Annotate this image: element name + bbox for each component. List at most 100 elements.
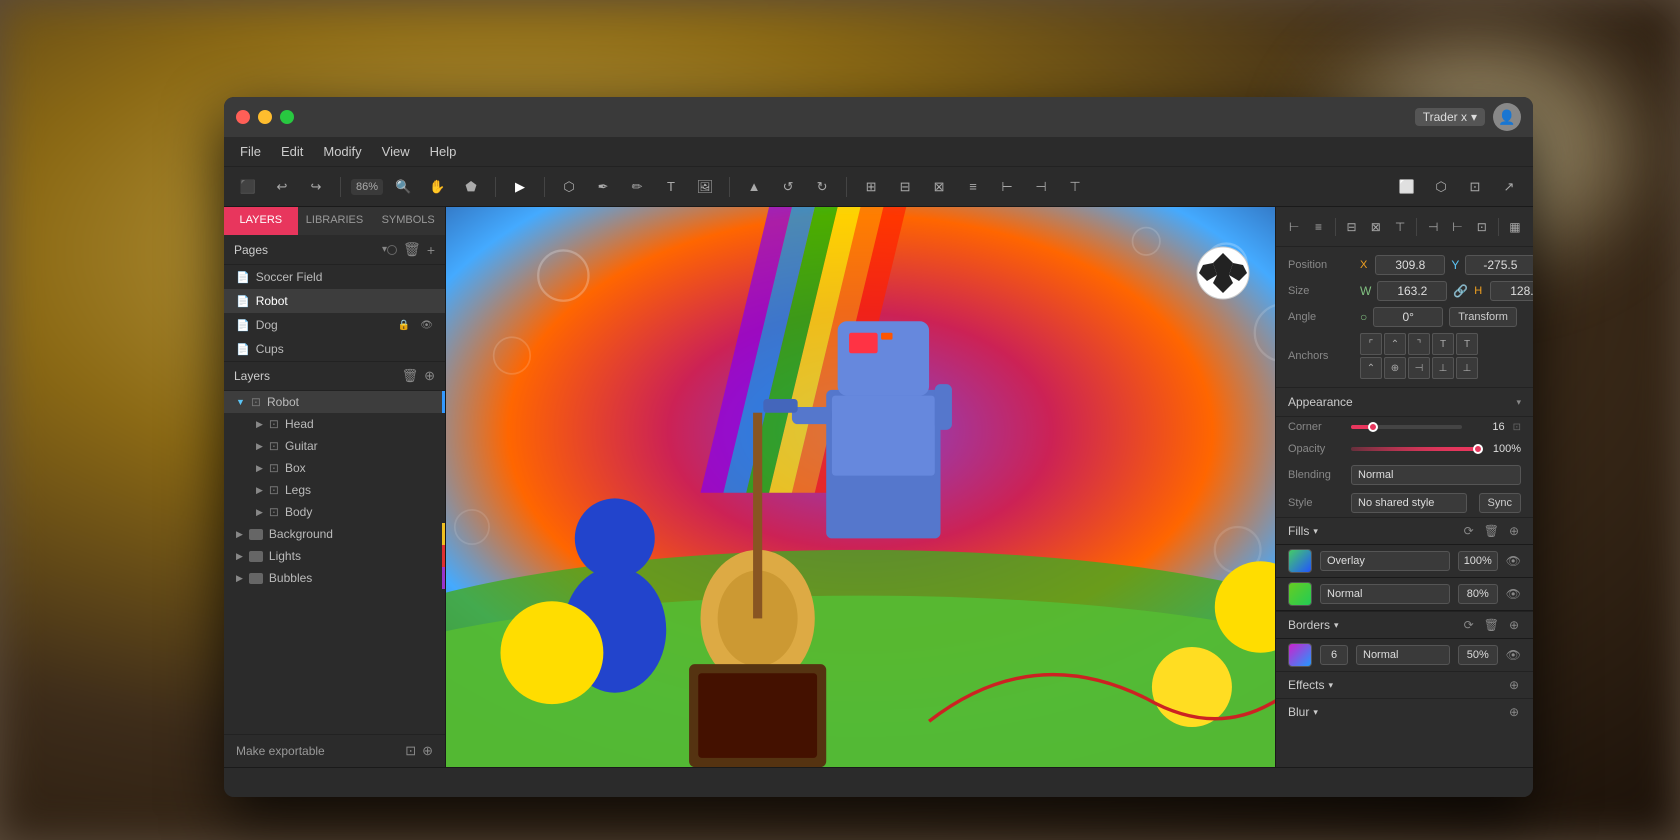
user-avatar[interactable]: 👤 (1493, 103, 1521, 131)
fill-opacity-2[interactable] (1458, 584, 1498, 604)
menu-help[interactable]: Help (430, 144, 457, 159)
page-cups[interactable]: 📄 Cups (224, 337, 445, 361)
borders-sync[interactable]: ⟳ (1462, 618, 1476, 632)
rt-distribute-v[interactable]: ⊠ (1366, 214, 1386, 240)
opacity-track[interactable] (1351, 447, 1478, 451)
layer-head[interactable]: ▶ ⊡ Head (224, 413, 445, 435)
type-btn[interactable]: T (657, 173, 685, 201)
tab-libraries[interactable]: LIBRARIES (298, 207, 372, 235)
rt-align-center[interactable]: ≡ (1308, 214, 1328, 240)
save-btn[interactable]: ⬛ (234, 173, 262, 201)
rt-distribute-h[interactable]: ⊟ (1341, 214, 1361, 240)
anchor-ml[interactable]: ⌃ (1360, 357, 1382, 379)
zoom-btn[interactable]: 🔍 (389, 173, 417, 201)
menu-file[interactable]: File (240, 144, 261, 159)
border-blend[interactable]: Normal Overlay (1356, 645, 1450, 665)
pages-add[interactable]: + (427, 242, 435, 258)
effects-add[interactable]: ⊕ (1507, 678, 1521, 692)
tab-symbols[interactable]: SYMBOLS (371, 207, 445, 235)
border-opacity[interactable] (1458, 645, 1498, 665)
fill-swatch-1[interactable] (1288, 549, 1312, 573)
anchor-tr[interactable]: ⌝ (1408, 333, 1430, 355)
menu-view[interactable]: View (382, 144, 410, 159)
export-btn[interactable]: ⬡ (1427, 173, 1455, 201)
anchor-lm[interactable]: ⊥ (1432, 357, 1454, 379)
select-btn[interactable]: ▶ (506, 173, 534, 201)
layers-add[interactable]: ⊕ (424, 368, 435, 384)
x-input[interactable] (1375, 255, 1445, 275)
anchor-mc[interactable]: ⊕ (1384, 357, 1406, 379)
rt-group-left[interactable]: ⊣ (1423, 214, 1443, 240)
image-btn[interactable]: 🖼 (691, 173, 719, 201)
page-robot[interactable]: 📄 Robot (224, 289, 445, 313)
anchor-mr[interactable]: ⊣ (1408, 357, 1430, 379)
layer-lights[interactable]: ▶ Lights (224, 545, 445, 567)
artboard-btn[interactable]: ⬜ (1393, 173, 1421, 201)
rt-chart[interactable]: ▦ (1505, 214, 1525, 240)
h-input[interactable] (1490, 281, 1533, 301)
layer-robot[interactable]: ▼ ⊡ Robot (224, 391, 445, 413)
corner-track[interactable] (1351, 425, 1462, 429)
layer-body[interactable]: ▶ ⊡ Body (224, 501, 445, 523)
fill-eye-2[interactable]: 👁 (1506, 587, 1521, 601)
layer-legs[interactable]: ▶ ⊡ Legs (224, 479, 445, 501)
rect-btn[interactable]: ⬡ (555, 173, 583, 201)
fills-sync[interactable]: ⟳ (1462, 524, 1476, 538)
corner-thumb[interactable] (1368, 422, 1378, 432)
style-select[interactable]: No shared style (1351, 493, 1467, 513)
export-add-btn[interactable]: ⊕ (422, 743, 433, 759)
symbol-btn[interactable]: ▲ (740, 173, 768, 201)
anchor-tc[interactable]: ⌃ (1384, 333, 1406, 355)
rt-align-top[interactable]: ⊤ (1390, 214, 1410, 240)
pages-delete[interactable]: 🗑 (403, 241, 421, 258)
rt-align-left[interactable]: ⊢ (1284, 214, 1304, 240)
align4-btn[interactable]: ⊢ (993, 173, 1021, 201)
tab-layers[interactable]: LAYERS (224, 207, 298, 235)
layer-background[interactable]: ▶ Background (224, 523, 445, 545)
fill-eye-1[interactable]: 👁 (1506, 554, 1521, 568)
export-slice-btn[interactable]: ⊡ (405, 743, 416, 759)
hand-btn[interactable]: ✋ (423, 173, 451, 201)
align3-btn[interactable]: ≡ (959, 173, 987, 201)
fill-swatch-2[interactable] (1288, 582, 1312, 606)
opacity-thumb[interactable] (1473, 444, 1483, 454)
mirror-btn[interactable]: ⊡ (1461, 173, 1489, 201)
menu-modify[interactable]: Modify (323, 144, 361, 159)
fill-blend-1[interactable]: Overlay Normal Multiply (1320, 551, 1450, 571)
corner-edit-icon[interactable]: ⊡ (1513, 422, 1521, 433)
anchor-tb[interactable]: T (1456, 333, 1478, 355)
rt-group-right[interactable]: ⊢ (1447, 214, 1467, 240)
anchor-tl[interactable]: ⌜ (1360, 333, 1382, 355)
sync-btn[interactable]: Sync (1479, 493, 1521, 513)
undo-btn[interactable]: ↩ (268, 173, 296, 201)
close-button[interactable] (236, 110, 250, 124)
redo-btn[interactable]: ↪ (302, 173, 330, 201)
shape-btn[interactable]: ⬟ (457, 173, 485, 201)
layer-guitar[interactable]: ▶ ⊡ Guitar (224, 435, 445, 457)
border-eye[interactable]: 👁 (1506, 648, 1521, 662)
inspect-btn[interactable]: ↗ (1495, 173, 1523, 201)
borders-delete[interactable]: 🗑 (1482, 618, 1501, 632)
grid-btn[interactable]: ⊞ (857, 173, 885, 201)
align2-btn[interactable]: ⊠ (925, 173, 953, 201)
border-width[interactable] (1320, 645, 1348, 665)
fill-opacity-1[interactable] (1458, 551, 1498, 571)
rotate-left-btn[interactable]: ↺ (774, 173, 802, 201)
fills-delete[interactable]: 🗑 (1482, 524, 1501, 538)
w-input[interactable] (1377, 281, 1447, 301)
layer-bubbles[interactable]: ▶ Bubbles (224, 567, 445, 589)
y-input[interactable] (1465, 255, 1533, 275)
anchor-rm[interactable]: ⊥ (1456, 357, 1478, 379)
fill-blend-2[interactable]: Normal Overlay Multiply (1320, 584, 1450, 604)
align6-btn[interactable]: ⊤ (1061, 173, 1089, 201)
transform-btn[interactable]: Transform (1449, 307, 1517, 327)
maximize-button[interactable] (280, 110, 294, 124)
anchor-tt[interactable]: T (1432, 333, 1454, 355)
minimize-button[interactable] (258, 110, 272, 124)
pen-btn[interactable]: ✒ (589, 173, 617, 201)
menu-edit[interactable]: Edit (281, 144, 303, 159)
rotate-right-btn[interactable]: ↻ (808, 173, 836, 201)
blur-add[interactable]: ⊕ (1507, 705, 1521, 719)
angle-input[interactable] (1373, 307, 1443, 327)
canvas-area[interactable] (446, 207, 1275, 767)
